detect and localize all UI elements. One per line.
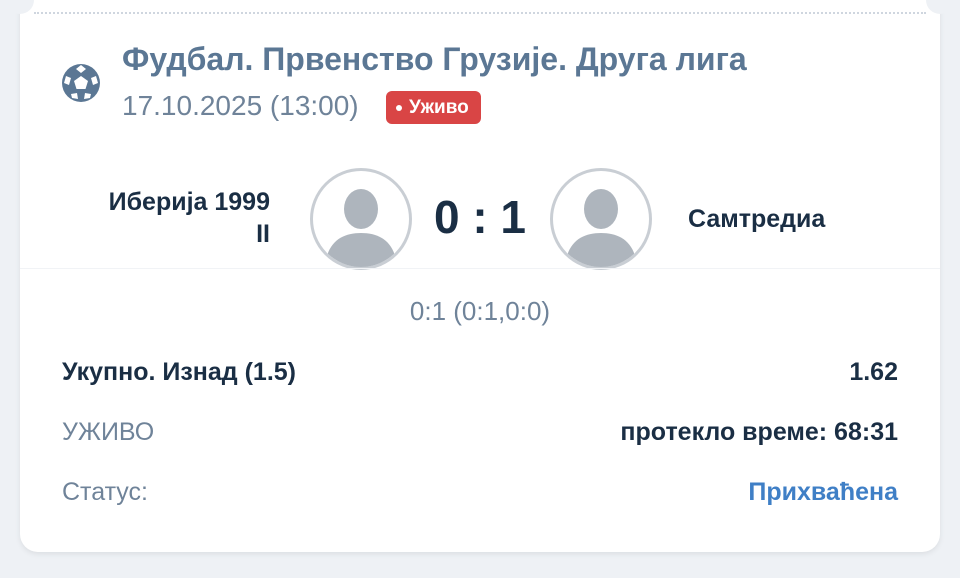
ticket-perforation: [34, 12, 926, 14]
home-team-line2: II: [256, 220, 270, 248]
market-label: Укупно. Изнад (1.5): [62, 358, 296, 386]
status-value: Прихваћена: [748, 478, 898, 506]
user-placeholder-icon: [565, 189, 637, 267]
ticket-notch-right: [926, 0, 954, 14]
live-time-row: УЖИВО протекло време: 68:31: [62, 418, 898, 447]
home-team-line1: Иберија 1999: [108, 188, 270, 216]
home-team-avatar: [310, 168, 412, 270]
live-badge-label: Уживо: [409, 96, 469, 118]
soccer-ball-icon: [62, 64, 100, 102]
elapsed-time: протекло време: 68:31: [620, 418, 898, 446]
score-detail: 0:1 (0:1,0:0): [409, 296, 551, 326]
ticket-notch-left: [6, 0, 34, 14]
status-label: Статус:: [62, 478, 148, 506]
home-team-name: Иберија 1999 II: [30, 186, 270, 250]
away-team-avatar: [550, 168, 652, 270]
section-divider: [20, 268, 940, 269]
live-label: УЖИВО: [62, 418, 155, 446]
odds-value: 1.62: [849, 358, 898, 386]
event-datetime: 17.10.2025 (13:00): [122, 90, 359, 121]
bet-ticket-card: Фудбал. Првенство Грузије. Друга лига 17…: [6, 0, 954, 552]
bet-market-row: Укупно. Изнад (1.5) 1.62: [62, 358, 898, 387]
status-row: Статус: Прихваћена: [62, 478, 898, 507]
match-score: 0 : 1: [433, 191, 527, 243]
league-title: Фудбал. Првенство Грузије. Друга лига: [122, 41, 747, 77]
live-dot-icon: [396, 104, 402, 111]
user-placeholder-icon: [325, 189, 397, 267]
live-badge: Уживо: [386, 91, 481, 124]
away-team-name: Самтредиа: [688, 205, 826, 233]
